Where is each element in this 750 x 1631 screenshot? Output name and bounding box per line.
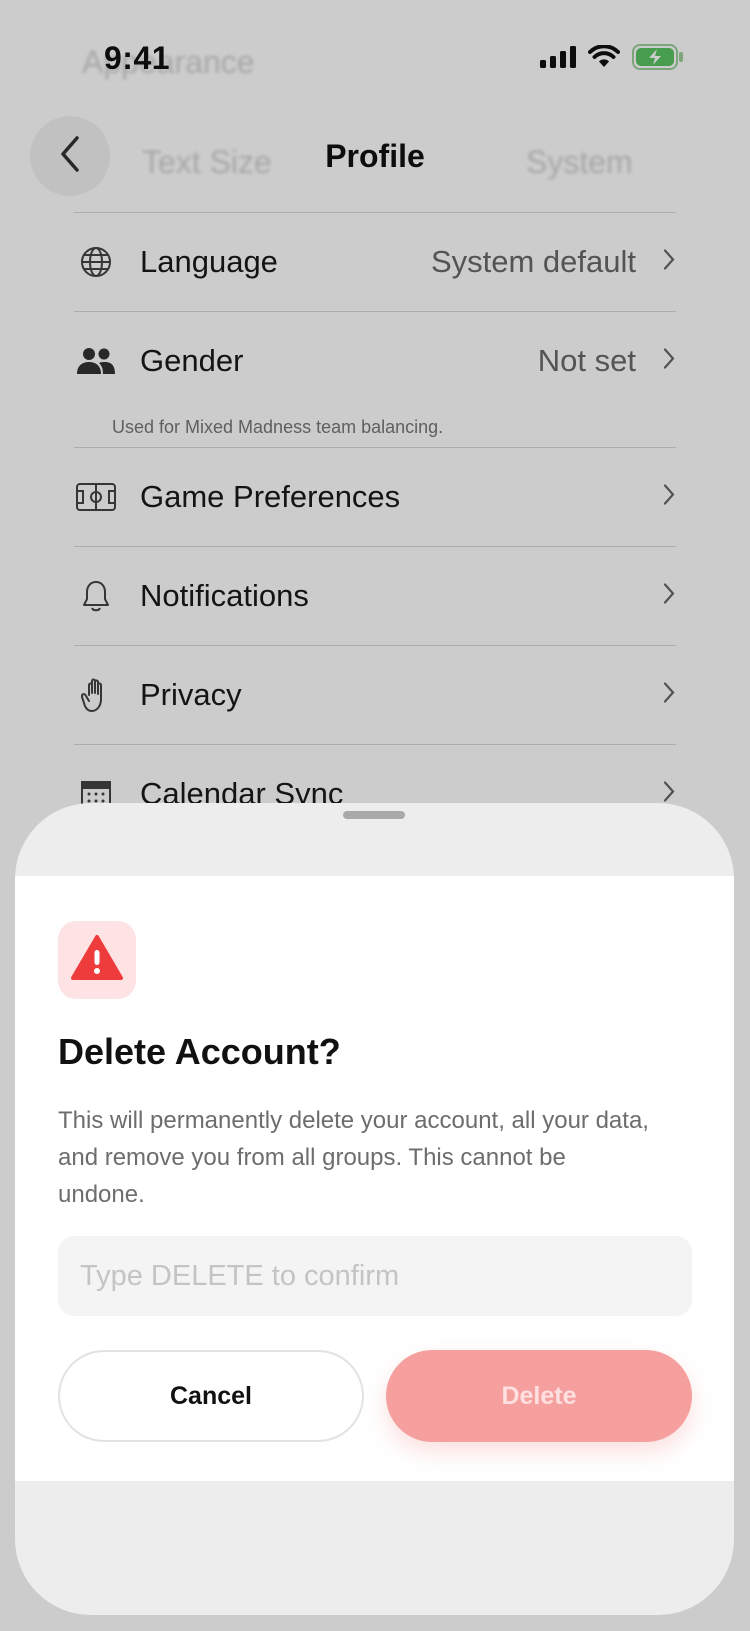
delete-account-dialog: Delete Account? This will permanently de…: [15, 876, 734, 1481]
delete-confirm-input[interactable]: [58, 1236, 692, 1316]
bottom-sheet: Delete Account? This will permanently de…: [15, 803, 734, 1615]
delete-button[interactable]: Delete: [386, 1350, 692, 1442]
warning-triangle-icon: [70, 934, 124, 987]
warning-badge: [58, 921, 136, 999]
dialog-message: This will permanently delete your accoun…: [58, 1107, 649, 1208]
dialog-title: Delete Account?: [58, 1031, 341, 1072]
sheet-drag-handle[interactable]: [343, 811, 405, 819]
cancel-button[interactable]: Cancel: [58, 1350, 364, 1442]
